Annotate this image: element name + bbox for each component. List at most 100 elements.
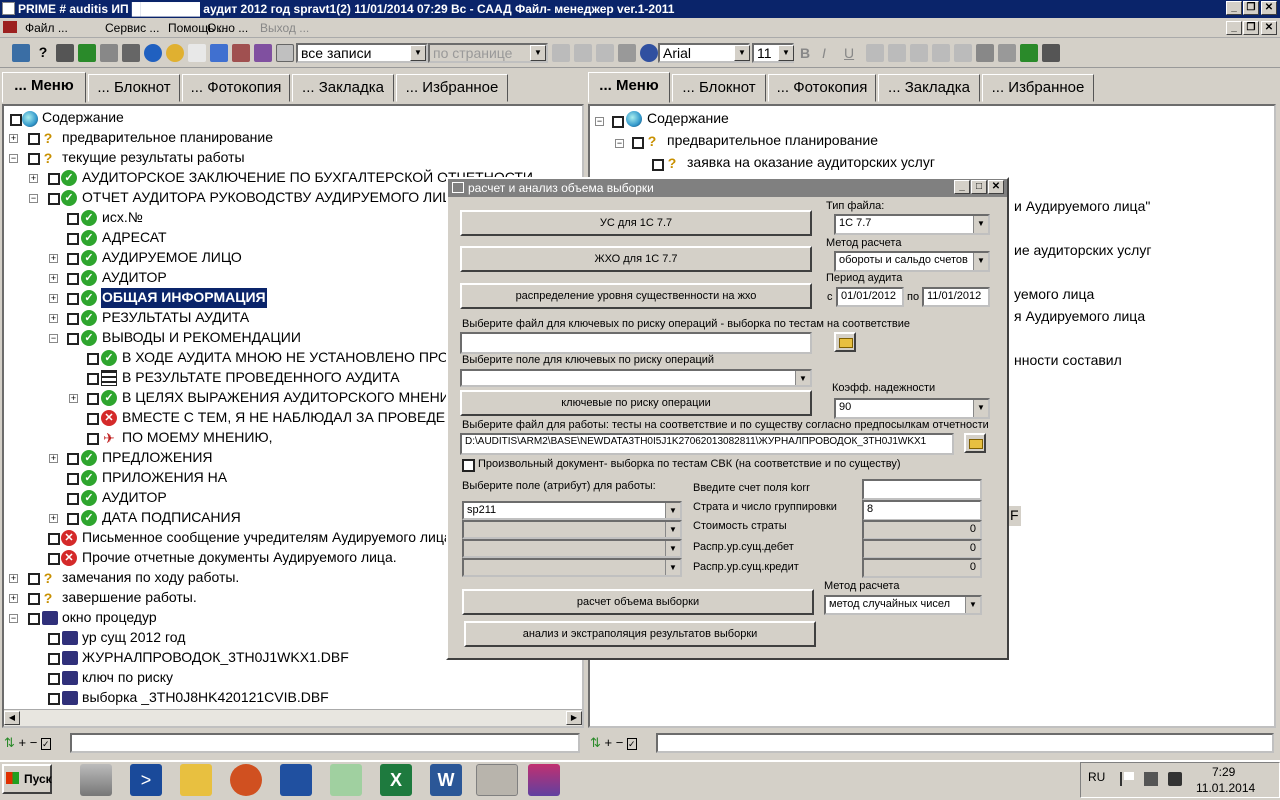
arbitrary-doc-checkbox[interactable] xyxy=(462,459,475,472)
calc-sample-button[interactable]: расчет объема выборки xyxy=(462,589,814,615)
dropdown-arrow-icon[interactable]: ▼ xyxy=(973,400,988,417)
tree-checkbox[interactable] xyxy=(28,573,40,585)
tree-checkbox[interactable] xyxy=(67,473,79,485)
mdi-close-button[interactable]: ✕ xyxy=(1261,21,1277,35)
left-hscrollbar[interactable]: ◀ ▶ xyxy=(4,709,582,726)
network-tray-icon[interactable] xyxy=(1144,772,1158,786)
period-from-input[interactable]: 01/01/2012 xyxy=(836,287,904,307)
tree-checkbox[interactable] xyxy=(87,413,99,425)
tree-checkbox[interactable] xyxy=(48,533,60,545)
work-file-input[interactable]: D:\AUDITIS\ARM2\BASE\NEWDATA3TH0I5J1K270… xyxy=(460,433,954,455)
dialog-minimize-button[interactable]: _ xyxy=(954,180,970,194)
color-icon[interactable] xyxy=(1042,44,1060,62)
tree-checkbox[interactable] xyxy=(48,553,60,565)
printer-icon[interactable] xyxy=(122,44,140,62)
size-dropdown-icon[interactable]: ▼ xyxy=(778,45,794,61)
right-tab-photocopy[interactable]: ... Фотокопия xyxy=(768,74,876,102)
left-tab-bookmark[interactable]: ... Закладка xyxy=(292,74,394,102)
clock-date[interactable]: 11.01.2014 xyxy=(1196,781,1255,795)
firefox-icon[interactable] xyxy=(230,764,262,796)
spreadsheet-icon[interactable] xyxy=(78,44,96,62)
calc-method2-select[interactable]: метод случайных чисел ▼ xyxy=(824,595,982,615)
flag-icon[interactable] xyxy=(1120,772,1134,786)
tree-node-conclusions[interactable]: ВЫВОДЫ И РЕКОМЕНДАЦИИ xyxy=(102,328,301,348)
expand-icon[interactable]: + xyxy=(9,574,18,583)
tree-checkbox[interactable] xyxy=(87,433,99,445)
key-file-input[interactable] xyxy=(460,332,812,354)
folder-open-icon[interactable] xyxy=(964,433,986,453)
align-center-icon[interactable] xyxy=(910,44,928,62)
tree-checkbox[interactable] xyxy=(28,593,40,605)
menu-service[interactable]: Сервис ... xyxy=(105,21,159,35)
right-tab-favorites[interactable]: ... Избранное xyxy=(982,74,1094,102)
link-icon[interactable] xyxy=(232,44,250,62)
left-status-icons[interactable]: ⇅ + − ✓ xyxy=(4,735,51,751)
help-icon[interactable]: ? xyxy=(34,44,52,62)
highlight-icon[interactable] xyxy=(1020,44,1038,62)
mdi-minimize-button[interactable]: _ xyxy=(1226,21,1242,35)
tree-node-proposals[interactable]: ПРЕДЛОЖЕНИЯ xyxy=(102,448,213,468)
tree-checkbox[interactable] xyxy=(67,493,79,505)
tree-node-audited-entity[interactable]: АУДИРУЕМОЕ ЛИЦО xyxy=(102,248,242,268)
add-icon[interactable] xyxy=(552,44,570,62)
tree-checkbox[interactable] xyxy=(67,333,79,345)
korr-input[interactable] xyxy=(862,479,982,500)
field-attr-select-3[interactable]: ▼ xyxy=(462,539,682,558)
materiality-distribution-button[interactable]: распределение уровня существенности на ж… xyxy=(460,283,812,309)
audit-app-icon[interactable] xyxy=(476,764,518,796)
restore-button[interactable]: ❐ xyxy=(1243,1,1259,15)
tree-node-general-info[interactable]: ОБЩАЯ ИНФОРМАЦИЯ xyxy=(100,287,268,309)
expand-icon[interactable]: + xyxy=(49,314,58,323)
network-icon[interactable] xyxy=(12,44,30,62)
menu-window[interactable]: Окно ... xyxy=(207,21,248,35)
tree-node-procedures[interactable]: окно процедур xyxy=(62,608,157,628)
excel-icon[interactable]: X xyxy=(380,764,412,796)
right-tab-menu[interactable]: ... Меню xyxy=(588,72,670,103)
tree-checkbox[interactable] xyxy=(612,116,624,128)
tree-checkbox[interactable] xyxy=(48,693,60,705)
tree-checkbox[interactable] xyxy=(48,173,60,185)
left-tab-photocopy[interactable]: ... Фотокопия xyxy=(182,74,290,102)
collapse-icon[interactable]: − xyxy=(9,154,18,163)
tree-checkbox[interactable] xyxy=(67,293,79,305)
strike-icon[interactable] xyxy=(866,44,884,62)
tree-checkbox[interactable] xyxy=(67,253,79,265)
tree-node-as-result[interactable]: В РЕЗУЛЬТАТЕ ПРОВЕДЕННОГО АУДИТА xyxy=(122,368,400,388)
books-icon[interactable] xyxy=(528,764,560,796)
left-tab-favorites[interactable]: ... Избранное xyxy=(396,74,508,102)
tree-checkbox[interactable] xyxy=(67,233,79,245)
right-tree-node-planning[interactable]: предварительное планирование xyxy=(667,131,878,151)
word-icon[interactable]: W xyxy=(430,764,462,796)
tree-checkbox[interactable] xyxy=(67,313,79,325)
tree-node-auditor[interactable]: АУДИТОР xyxy=(102,268,167,288)
field-attr-select-4[interactable]: ▼ xyxy=(462,558,682,577)
align-left-icon[interactable] xyxy=(888,44,906,62)
document-icon[interactable] xyxy=(188,44,206,62)
globe-icon[interactable] xyxy=(640,44,658,62)
search-icon[interactable] xyxy=(166,44,184,62)
analysis-button[interactable]: анализ и экстраполяция результатов выбор… xyxy=(464,621,816,647)
tree-checkbox[interactable] xyxy=(67,273,79,285)
tree-checkbox[interactable] xyxy=(67,213,79,225)
tree-checkbox[interactable] xyxy=(48,653,60,665)
dropdown-arrow-icon[interactable]: ▼ xyxy=(665,560,680,575)
tree-node-risk-key[interactable]: ключ по риску xyxy=(82,668,173,688)
tree-node-appendices[interactable]: ПРИЛОЖЕНИЯ НА xyxy=(102,468,227,488)
tree-node-journal[interactable]: ЖУРНАЛПРОВОДОК_3TH0J1WKX1.DBF xyxy=(82,648,349,668)
tree-checkbox[interactable] xyxy=(67,513,79,525)
tree-checkbox[interactable] xyxy=(28,613,40,625)
dropdown-arrow-icon[interactable]: ▼ xyxy=(665,522,680,537)
mdi-restore-button[interactable]: ❐ xyxy=(1243,21,1259,35)
tree-node-sample[interactable]: выборка _3TH0J8HK420121CVIB.DBF xyxy=(82,688,329,708)
language-indicator[interactable]: RU xyxy=(1088,770,1105,784)
tree-checkbox[interactable] xyxy=(87,353,99,365)
field-attr-select-2[interactable]: ▼ xyxy=(462,520,682,539)
tree-checkbox[interactable] xyxy=(48,633,60,645)
dropdown-arrow-icon[interactable]: ▼ xyxy=(965,597,980,613)
dropdown-arrow-icon[interactable]: ▼ xyxy=(795,371,810,385)
tree-node-contents[interactable]: Содержание xyxy=(42,108,124,128)
folder-open-icon[interactable] xyxy=(834,332,856,352)
underline-button[interactable]: U xyxy=(844,45,854,61)
dropdown-arrow-icon[interactable]: ▼ xyxy=(973,216,988,233)
collapse-icon[interactable]: − xyxy=(615,139,624,148)
